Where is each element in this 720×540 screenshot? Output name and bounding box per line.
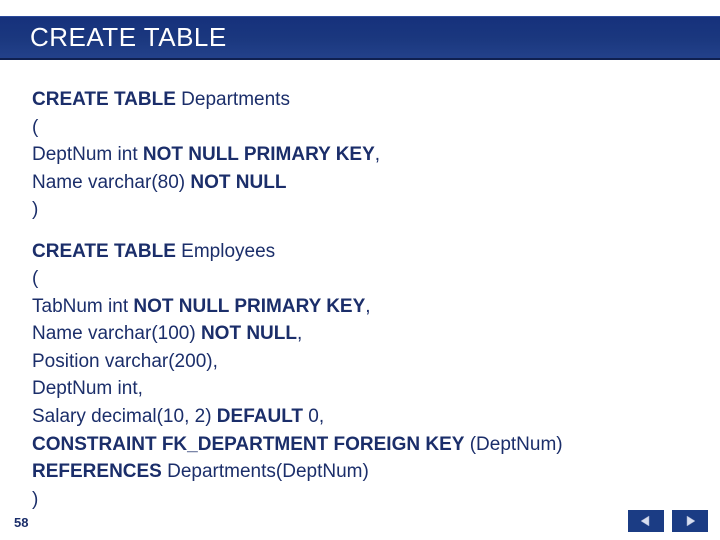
text: Salary decimal(10, 2) [32,406,217,427]
prev-button[interactable] [628,510,664,532]
code-line: CREATE TABLE Departments [32,86,688,114]
code-line: Name varchar(100) NOT NULL, [32,320,688,348]
keyword: NOT NULL [190,172,286,193]
text: Departments(DeptNum) [162,461,369,482]
code-line: ( [32,114,688,142]
slide-title: CREATE TABLE [30,22,227,53]
code-line: Position varchar(200), [32,348,688,376]
code-line: DeptNum int NOT NULL PRIMARY KEY, [32,141,688,169]
next-button[interactable] [672,510,708,532]
sql-block-employees: CREATE TABLE Employees ( TabNum int NOT … [32,238,688,513]
code-line: Salary decimal(10, 2) DEFAULT 0, [32,403,688,431]
triangle-left-icon [639,514,653,528]
code-line: CONSTRAINT FK_DEPARTMENT FOREIGN KEY (De… [32,431,688,459]
keyword: DEFAULT [217,406,303,427]
keyword: NOT NULL PRIMARY KEY [133,296,365,317]
text: , [297,323,302,344]
keyword: NOT NULL PRIMARY KEY [143,144,375,165]
keyword: REFERENCES [32,461,162,482]
keyword: CREATE TABLE [32,241,176,262]
code-line: ) [32,486,688,514]
code-line: DeptNum int, [32,375,688,403]
text: (DeptNum) [464,434,562,455]
code-line: ( [32,265,688,293]
code-line: Name varchar(80) NOT NULL [32,169,688,197]
triangle-right-icon [683,514,697,528]
sql-block-departments: CREATE TABLE Departments ( DeptNum int N… [32,86,688,224]
slide-content: CREATE TABLE Departments ( DeptNum int N… [32,86,688,513]
nav-controls [628,510,708,532]
keyword: NOT NULL [201,323,297,344]
code-line: ) [32,196,688,224]
text: DeptNum int [32,144,143,165]
text: , [375,144,380,165]
code-line: CREATE TABLE Employees [32,238,688,266]
text: TabNum int [32,296,133,317]
slide: CREATE TABLE CREATE TABLE Departments ( … [0,0,720,540]
keyword: CREATE TABLE [32,89,176,110]
text: Departments [176,89,290,110]
code-line: REFERENCES Departments(DeptNum) [32,458,688,486]
text: , [365,296,370,317]
page-number: 58 [14,515,28,530]
title-bar: CREATE TABLE [0,16,720,60]
text: Name varchar(100) [32,323,201,344]
keyword: CONSTRAINT FK_DEPARTMENT FOREIGN KEY [32,434,464,455]
code-line: TabNum int NOT NULL PRIMARY KEY, [32,293,688,321]
text: Employees [176,241,275,262]
text: 0, [303,406,324,427]
text: Name varchar(80) [32,172,190,193]
